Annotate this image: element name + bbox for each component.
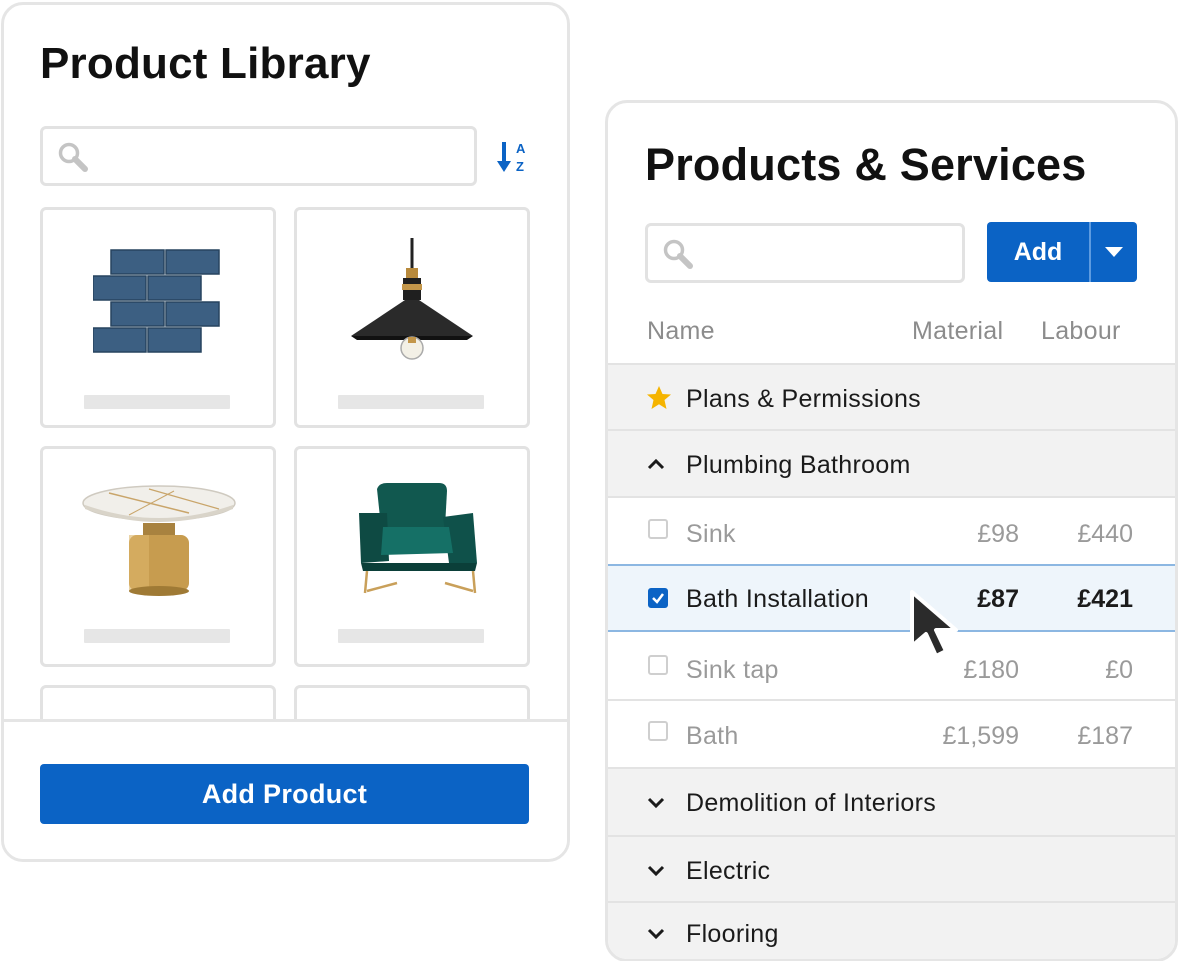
column-header-material: Material (912, 317, 1004, 345)
item-labour: £187 (1077, 722, 1133, 750)
group-row-demolition[interactable]: Demolition of Interiors (608, 767, 1175, 835)
services-search-input[interactable] (645, 223, 965, 283)
subway-tile-image (93, 249, 220, 353)
svg-text:A: A (516, 141, 526, 156)
item-row-bath[interactable]: Bath £1,599 £187 (608, 699, 1175, 767)
item-label: Sink (686, 520, 736, 548)
chevron-up-icon (647, 458, 665, 470)
group-label: Demolition of Interiors (686, 789, 937, 817)
product-card-table[interactable] (40, 446, 276, 667)
product-name-placeholder (84, 629, 230, 643)
green-armchair-image (359, 483, 477, 594)
item-row-bath-installation[interactable]: Bath Installation £87 £421 (608, 564, 1175, 632)
products-services-title: Products & Services (645, 139, 1087, 190)
search-icon (663, 239, 693, 269)
row-checkbox[interactable] (648, 519, 668, 539)
chevron-down-icon (647, 928, 665, 940)
item-labour: £440 (1077, 520, 1133, 548)
mouse-pointer-icon (910, 590, 958, 658)
group-row-plumbing-bathroom[interactable]: Plumbing Bathroom (608, 429, 1175, 496)
group-row-plans-permissions[interactable]: Plans & Permissions (608, 363, 1175, 429)
chevron-down-icon (647, 797, 665, 809)
product-library-panel: Product Library A Z Add Product (1, 2, 570, 862)
item-material: £98 (977, 520, 1019, 548)
product-name-placeholder (84, 395, 230, 409)
svg-text:Z: Z (516, 159, 524, 174)
chevron-down-icon (647, 865, 665, 877)
column-header-labour: Labour (1041, 317, 1121, 345)
item-label: Sink tap (686, 656, 779, 684)
item-label: Bath Installation (686, 585, 869, 613)
add-button[interactable]: Add (987, 222, 1089, 282)
star-icon (647, 386, 671, 409)
item-material: £1,599 (942, 722, 1019, 750)
group-label: Electric (686, 857, 771, 885)
group-row-electric[interactable]: Electric (608, 835, 1175, 901)
group-row-flooring[interactable]: Flooring (608, 901, 1175, 959)
add-product-button[interactable]: Add Product (40, 764, 529, 824)
search-icon (58, 142, 88, 172)
item-material: £87 (977, 585, 1019, 613)
item-row-sink-tap[interactable]: Sink tap £180 £0 (608, 632, 1175, 699)
checkmark-icon (652, 593, 664, 604)
item-row-sink[interactable]: Sink £98 £440 (608, 496, 1175, 564)
product-name-placeholder (338, 395, 484, 409)
group-label: Flooring (686, 920, 779, 948)
products-services-panel: Products & Services Add Name Material La… (605, 100, 1178, 961)
column-header-name: Name (647, 317, 715, 345)
product-name-placeholder (338, 629, 484, 643)
product-card-armchair[interactable] (294, 446, 530, 667)
row-checkbox[interactable] (648, 655, 668, 675)
row-checkbox[interactable] (648, 721, 668, 741)
item-label: Bath (686, 722, 739, 750)
pendant-lamp-image (351, 238, 473, 360)
item-labour: £0 (1105, 656, 1133, 684)
row-checkbox-checked[interactable] (648, 588, 668, 608)
library-search-input[interactable] (40, 126, 477, 186)
product-card-tile[interactable] (40, 207, 276, 428)
add-dropdown-button[interactable] (1091, 222, 1137, 282)
item-labour: £421 (1077, 585, 1133, 613)
product-library-title: Product Library (40, 39, 371, 88)
caret-down-icon (1105, 247, 1123, 257)
sort-a-z-icon[interactable]: A Z (496, 139, 532, 175)
marble-table-image (82, 485, 236, 596)
group-label: Plans & Permissions (686, 385, 921, 413)
group-label: Plumbing Bathroom (686, 451, 911, 479)
product-card-lamp[interactable] (294, 207, 530, 428)
library-footer: Add Product (4, 719, 567, 859)
